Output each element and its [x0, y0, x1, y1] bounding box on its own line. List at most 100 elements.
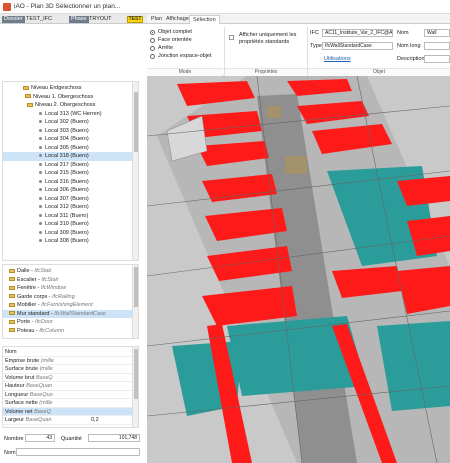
standard-props-checkbox[interactable]	[229, 35, 234, 40]
nom-field[interactable]: Wall	[424, 29, 450, 37]
dossier-value[interactable]: TEST_IFC	[26, 16, 52, 23]
property-row[interactable]: Largeur BaseQuan 0,2	[3, 416, 134, 425]
tree-local-item[interactable]: Local 305 (Buero)	[3, 144, 133, 153]
local-label: Local 311 (Buero)	[45, 212, 89, 219]
space-icon	[39, 171, 42, 175]
radio-jonction[interactable]	[150, 54, 155, 59]
category-name: Fenêtre	[17, 285, 36, 291]
category-name: Dalle	[17, 268, 30, 274]
property-name: Volume brut	[5, 374, 35, 381]
radio-arrete[interactable]	[150, 46, 155, 51]
property-source: (mille	[39, 400, 53, 406]
quantite-label: Quantité	[61, 436, 82, 442]
category-item[interactable]: Mobilier - IfcFurnishingElement	[3, 301, 134, 310]
tree-level[interactable]: Niveau Erdgeschoss	[3, 84, 133, 93]
local-label: Local 308 (Buero)	[45, 238, 89, 244]
tree-local-item[interactable]: Local 315 (Buero)	[3, 169, 133, 178]
property-row[interactable]: Hauteur BaseQuan	[3, 382, 134, 391]
property-name: Surface brute	[5, 366, 39, 372]
utilisations-link[interactable]: Utilisations	[324, 56, 351, 62]
tree-local-item[interactable]: Local 311 (Buero)	[3, 212, 133, 221]
property-row[interactable]: Longueur BaseQuo	[3, 391, 134, 399]
category-item[interactable]: Porte - IfcDoor	[3, 318, 134, 327]
nom-footer-label: Nom	[4, 450, 16, 456]
property-row[interactable]: Emprise brute (mille	[3, 357, 134, 365]
category-scroll-thumb[interactable]	[134, 267, 138, 307]
tree-local-item[interactable]: Local 317 (Buero)	[3, 161, 133, 170]
category-list: Dalle - IfcSlab Escalier - IfcStair Fenêtr…	[2, 264, 139, 339]
space-icon	[39, 154, 42, 158]
local-label: Local 316 (Buero)	[45, 178, 89, 185]
property-row[interactable]: Surface brute (mille	[3, 365, 134, 374]
category-item[interactable]: Escalier - IfcStair	[3, 276, 134, 285]
category-scrollbar[interactable]	[132, 265, 138, 338]
property-name: Nom	[5, 349, 17, 355]
local-label: Local 313 (WC Herren)	[45, 110, 102, 117]
nomlong-label: Nom long	[397, 43, 421, 49]
group-mode-label: Mode	[147, 68, 223, 76]
tree-local-item[interactable]: Local 310 (Buero)	[3, 220, 133, 229]
nom-footer-field[interactable]	[16, 448, 140, 456]
phase-value[interactable]: TRYOUT	[89, 16, 112, 23]
title-bar: iAO - Plan 3D Sélectionner un plan...	[0, 0, 450, 14]
tree-local-item[interactable]: Local 302 (Buero)	[3, 118, 133, 127]
space-icon	[39, 137, 42, 141]
radio-objet-complet[interactable]	[150, 30, 155, 35]
properties-scroll-thumb[interactable]	[134, 349, 138, 399]
tree-local-item[interactable]: Local 318 (Buero)	[3, 152, 133, 161]
tree-local-item[interactable]: Local 308 (Buero)	[3, 237, 133, 246]
nombre-field: 43	[25, 434, 55, 442]
tab-affichage[interactable]: Affichage	[163, 15, 192, 24]
tree-level[interactable]: Niveau 2. Obergeschoss	[3, 101, 133, 110]
tree-local-item[interactable]: Local 307 (Buero)	[3, 195, 133, 204]
property-rows: Nom Emprise brute (mille Surface brute (m…	[3, 348, 134, 425]
category-item[interactable]: Mur standard - IfcWallStandardCase	[3, 309, 134, 318]
properties-scrollbar[interactable]	[132, 347, 138, 427]
local-label: Local 305 (Buero)	[45, 144, 89, 151]
folder-icon	[9, 277, 15, 282]
tree-local-item[interactable]: Local 313 (WC Herren)	[3, 110, 133, 119]
category-ifc: IfcRailing	[52, 293, 75, 300]
3d-model-view[interactable]	[147, 76, 450, 463]
project-bar: Dossier TEST_IFC Phase TRYOUT	[0, 14, 147, 24]
tree-local-item[interactable]: Local 316 (Buero)	[3, 178, 133, 187]
description-field[interactable]	[424, 55, 450, 63]
space-icon	[39, 128, 42, 132]
property-source: BaseQuan	[26, 383, 53, 389]
tree-local-item[interactable]: Local 312 (Buero)	[3, 203, 133, 212]
tree-scroll-thumb[interactable]	[134, 92, 138, 152]
category-item[interactable]: Garde corps - IfcRailing	[3, 293, 134, 302]
nomlong-field[interactable]	[424, 42, 450, 50]
property-row[interactable]: Volume net BaseQ	[3, 407, 134, 416]
level-label: Niveau 2. Obergeschoss	[35, 102, 96, 108]
tree-local-item[interactable]: Local 304 (Buero)	[3, 135, 133, 144]
property-row[interactable]: Surface nette (mille	[3, 399, 134, 408]
tree-local-item[interactable]: Local 309 (Buero)	[3, 229, 133, 238]
test-badge: TEST	[127, 16, 143, 23]
ifc-field[interactable]: AC11_Institute_Var_2_IFC@AC	[322, 29, 393, 37]
property-row[interactable]: Nom	[3, 348, 134, 357]
radio-face-orientee[interactable]	[150, 38, 155, 43]
tree-local-item[interactable]: Local 306 (Buero)	[3, 186, 133, 195]
space-icon	[39, 239, 42, 243]
local-label: Local 306 (Buero)	[45, 187, 89, 193]
property-row[interactable]: Volume brut BaseQ	[3, 374, 134, 382]
tree-scrollbar[interactable]	[132, 82, 138, 260]
tree-local-item[interactable]: Local 303 (Buero)	[3, 127, 133, 136]
local-label: Local 302 (Buero)	[45, 119, 89, 125]
divider	[224, 27, 225, 74]
local-label: Local 317 (Buero)	[45, 161, 89, 168]
space-icon	[39, 179, 42, 183]
category-item[interactable]: Fenêtre - IfcWindow	[3, 284, 134, 293]
property-source: BaseQ	[35, 374, 53, 381]
category-name: Mur standard	[17, 310, 50, 317]
category-item[interactable]: Poteau - IfcColumn	[3, 327, 134, 336]
category-item[interactable]: Dalle - IfcSlab	[3, 267, 134, 276]
type-field[interactable]: IfcWallStandardCase	[322, 42, 393, 50]
tree-level[interactable]: Niveau 1. Obergeschoss	[3, 93, 133, 102]
3d-viewport[interactable]	[147, 76, 450, 463]
tab-selection[interactable]: Sélection	[189, 15, 220, 24]
label-jonction: Jonction espace-objet	[158, 53, 212, 59]
property-source: (mille	[40, 357, 54, 364]
category-ifc: IfcStair	[41, 276, 59, 283]
